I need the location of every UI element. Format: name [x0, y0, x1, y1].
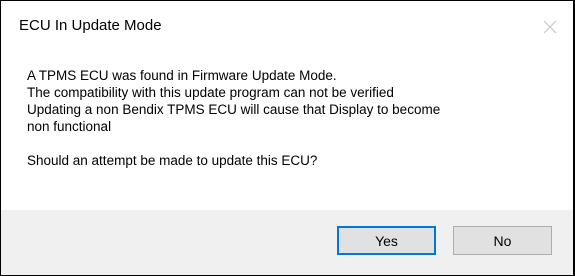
message-question: Should an attempt be made to update this… [27, 153, 318, 168]
title-bar[interactable]: ECU In Update Mode [1, 1, 573, 53]
close-icon [543, 20, 557, 34]
close-button[interactable] [533, 10, 567, 44]
no-button[interactable]: No [453, 226, 552, 255]
message-line: The compatibility with this update progr… [27, 85, 394, 100]
message-line: Updating a non Bendix TPMS ECU will caus… [27, 102, 441, 117]
yes-button[interactable]: Yes [337, 226, 436, 255]
message-dialog: ECU In Update Mode A TPMS ECU was found … [0, 0, 575, 276]
dialog-title: ECU In Update Mode [19, 17, 162, 34]
message-line: non functional [27, 119, 112, 134]
button-bar: Yes No [1, 210, 573, 275]
message-line: A TPMS ECU was found in Firmware Update … [27, 68, 337, 83]
message-body: A TPMS ECU was found in Firmware Update … [27, 67, 553, 169]
